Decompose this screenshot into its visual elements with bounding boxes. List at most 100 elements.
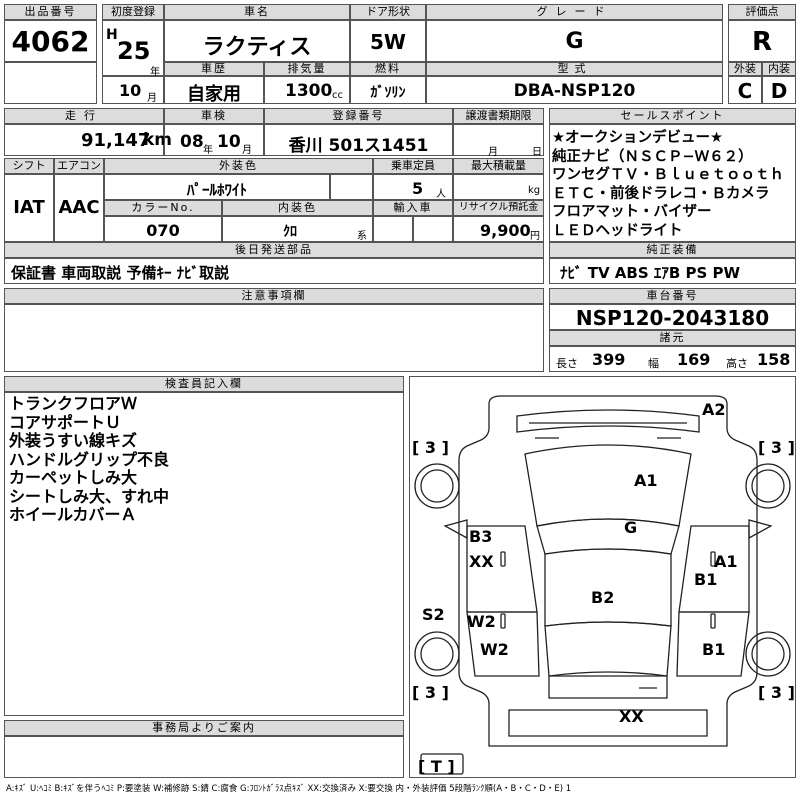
chassis-number: NSP120-2043180 (575, 306, 770, 330)
header-exterior: 外装 (728, 62, 762, 76)
damage-a1-top: A1 (634, 471, 658, 490)
header-door: ドア形状 (350, 4, 426, 20)
era: H (106, 27, 118, 43)
header-shift: シフト (4, 158, 54, 174)
capacity: 5 (412, 179, 424, 198)
mileage: 91,147 (81, 130, 151, 151)
header-score: 評価点 (728, 4, 796, 20)
door-type: 5W (370, 30, 406, 54)
car-diagram (414, 395, 791, 775)
header-interior: 内装 (762, 62, 796, 76)
grade: G (565, 29, 584, 54)
displacement-cell: 1300 cc (264, 76, 350, 104)
header-lot: 出品番号 (4, 4, 97, 20)
grade-cell: G (426, 20, 723, 62)
header-later-parts: 後日発送部品 (4, 242, 544, 258)
header-first-reg: 初度登録 (102, 4, 164, 20)
later-parts-cell: 保証書 車両取説 予備ｷｰ ﾅﾋﾞ取説 (4, 258, 544, 284)
int-color-unit: 系 (357, 231, 367, 242)
door-cell: 5W (350, 20, 426, 62)
damage-a2: A2 (702, 400, 726, 419)
length: 399 (592, 350, 626, 369)
damage-s2: S2 (422, 605, 445, 624)
capacity-cell: 5 人 (373, 174, 453, 200)
lot-empty-cell (4, 62, 97, 104)
color-no: 070 (146, 221, 180, 240)
sales-point-1: ★オークションデビュー★ (552, 130, 723, 146)
office-box (4, 736, 404, 778)
damage-w2-b: W2 (480, 640, 509, 659)
shift: IAT (13, 197, 45, 218)
header-specs: 諸元 (549, 330, 796, 346)
specs-cell: 長さ 399 幅 169 高さ 158 (549, 346, 796, 372)
aircon-cell: AAC (54, 174, 104, 242)
sales-point-5: フロアマット・バイザー (552, 204, 712, 220)
reg-number: 香川 501ス1451 (288, 136, 429, 156)
header-history: 車歴 (164, 62, 264, 76)
header-grade: グレード (426, 4, 723, 20)
shift-cell: IAT (4, 174, 54, 242)
sales-points-box: ★オークションデビュー★ 純正ナビ（ＮＳＣＰ−Ｗ６２） ワンセグＴＶ・Ｂｌｕｅｔ… (549, 124, 796, 242)
history: 自家用 (187, 84, 241, 105)
inspection-year-unit: 年 (203, 145, 213, 156)
lot-cell: 4062 (4, 20, 97, 62)
model-cell: DBA-NSP120 (426, 76, 723, 104)
inspector-note-3: 外装うすい線キズ (9, 431, 138, 450)
reg-year: 25 (117, 37, 151, 65)
chassis-cell: NSP120-2043180 (549, 304, 796, 330)
color-no-cell: 070 (104, 216, 222, 242)
inspection-month-unit: 月 (242, 145, 252, 156)
int-color-cell: ｸﾛ 系 (222, 216, 373, 242)
sales-point-2: 純正ナビ（ＮＳＣＰ−Ｗ６２） (552, 148, 753, 165)
transfer-day: 日 (532, 147, 542, 158)
damage-w2-a: W2 (467, 612, 496, 631)
header-fuel: 燃料 (350, 62, 426, 76)
header-office: 事務局よりご案内 (4, 720, 404, 736)
inspector-notes-box: トランクフロアＷ コアサポートＵ 外装うすい線キズ ハンドルグリップ不良 カーペ… (4, 392, 404, 716)
header-capacity: 乗車定員 (373, 158, 453, 174)
header-color-no: カラーNo. (104, 200, 222, 216)
reg-month: 10 (119, 81, 142, 100)
recycle-unit: 円 (530, 231, 540, 242)
car-name-cell: ラクティス (164, 20, 350, 62)
int-color: ｸﾛ (283, 224, 297, 240)
header-model: 型式 (426, 62, 723, 76)
width: 169 (677, 350, 711, 369)
inspector-note-2: コアサポートＵ (9, 412, 122, 432)
damage-b1-rear: B1 (702, 640, 726, 659)
genuine-cell: ﾅﾋﾞ TV ABS ｴｱB PS PW (549, 258, 796, 284)
header-reg-no: 登録番号 (264, 108, 453, 124)
score: R (751, 27, 773, 57)
transfer-cell: 月 日 (453, 124, 544, 158)
header-inspection: 車検 (164, 108, 264, 124)
first-reg-cell: H 25 年 (102, 20, 164, 78)
inspection-cell: 08 年 10 月 (164, 124, 264, 156)
header-int-color: 内装色 (222, 200, 373, 216)
max-load-cell: kg (453, 174, 544, 200)
tire-front-left: [ 3 ] (412, 438, 449, 457)
header-genuine: 純正装備 (549, 242, 796, 258)
exterior-score: C (737, 79, 753, 103)
header-sales-points: セールスポイント (549, 108, 796, 124)
inspector-note-5: カーペットしみ大 (9, 468, 138, 487)
header-chassis: 車台番号 (549, 288, 796, 304)
interior-cell: D (762, 76, 796, 104)
inspector-note-6: シートしみ大、すれ中 (9, 486, 170, 506)
header-ext-color: 外装色 (104, 158, 373, 174)
fuel-cell: ｶﾞｿﾘﾝ (350, 76, 426, 104)
height-label: 高さ (726, 357, 748, 370)
import-cell-b (413, 216, 453, 242)
car-name: ラクティス (202, 35, 312, 60)
inspector-note-7: ホイールカバーＡ (9, 505, 137, 524)
inspection-month: 10 (217, 132, 241, 152)
score-cell: R (728, 20, 796, 62)
sales-point-3: ワンセグＴＶ・Ｂｌｕｅｔｏｏｔｈ (552, 167, 784, 183)
inspector-note-4: ハンドルグリップ不良 (9, 449, 170, 469)
transfer-month: 月 (488, 147, 498, 158)
displacement-unit: cc (332, 90, 343, 101)
header-displacement: 排気量 (264, 62, 350, 76)
damage-xx-rear: XX (619, 707, 644, 726)
fuel: ｶﾞｿﾘﾝ (370, 85, 406, 101)
header-aircon: エアコン (54, 158, 104, 174)
damage-g: G (624, 518, 638, 537)
